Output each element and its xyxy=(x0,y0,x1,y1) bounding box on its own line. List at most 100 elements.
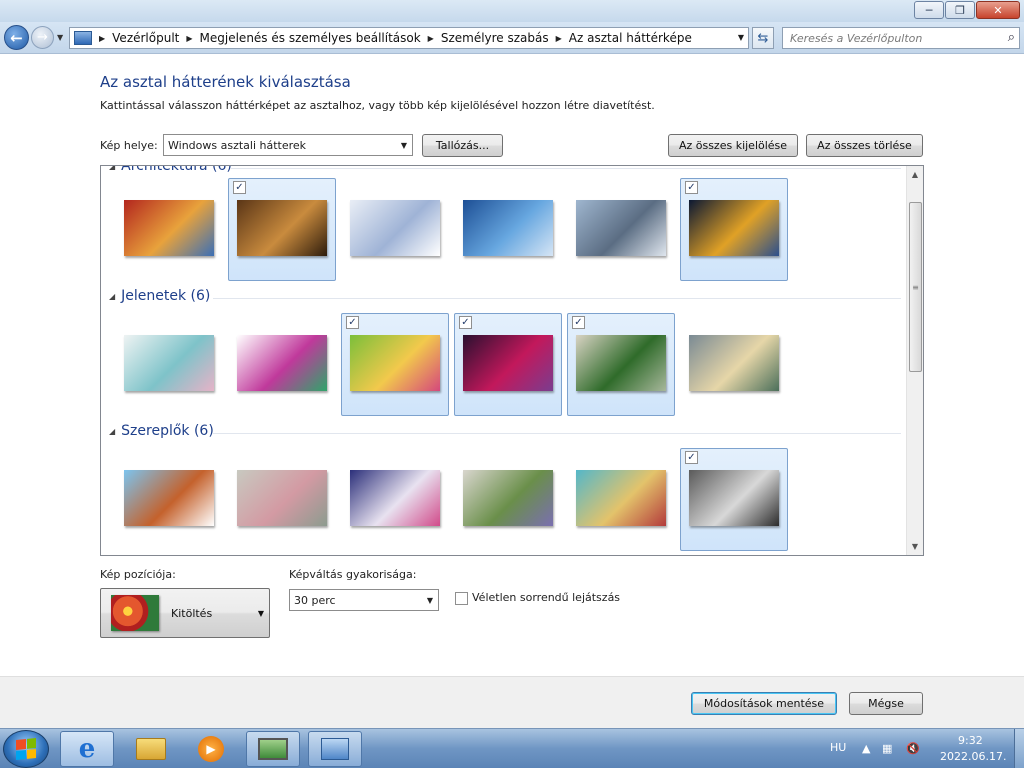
wallpaper-tile[interactable]: ✓ xyxy=(680,178,788,281)
wallpaper-thumbnail[interactable] xyxy=(576,200,666,256)
taskbar-explorer[interactable] xyxy=(124,731,178,767)
breadcrumb-separator-icon[interactable]: ▶ xyxy=(186,34,192,43)
wallpaper-thumbnail[interactable] xyxy=(237,470,327,526)
clock-time[interactable]: 9:32 xyxy=(958,734,983,747)
wallpaper-tile[interactable] xyxy=(454,178,562,281)
search-input[interactable] xyxy=(783,28,993,48)
wallpaper-tile[interactable]: ✓ xyxy=(454,313,562,416)
breadcrumb-desktop-background[interactable]: Az asztal háttérképe xyxy=(569,31,692,45)
scrollbar-thumb[interactable]: ≡ xyxy=(909,202,922,372)
wallpaper-thumbnail[interactable] xyxy=(124,335,214,391)
wallpaper-thumbnail[interactable] xyxy=(463,200,553,256)
wallpaper-thumbnail[interactable] xyxy=(576,470,666,526)
network-icon[interactable]: ▦ xyxy=(882,742,892,755)
back-button[interactable]: ← xyxy=(4,25,29,50)
breadcrumb-separator-icon[interactable]: ▶ xyxy=(99,34,105,43)
cancel-button[interactable]: Mégse xyxy=(849,692,923,715)
wallpaper-tile[interactable] xyxy=(228,313,336,416)
breadcrumb-separator-icon[interactable]: ▶ xyxy=(428,34,434,43)
collapse-group-icon[interactable]: ◢ xyxy=(109,292,115,301)
recent-pages-button[interactable]: ▼ xyxy=(57,33,63,42)
shuffle-checkbox[interactable] xyxy=(455,592,468,605)
gallery-group-header[interactable]: ◢ Szereplők (6) xyxy=(109,423,214,439)
picture-position-select[interactable]: Kitöltés ▼ xyxy=(100,588,270,638)
breadcrumb-personalization[interactable]: Személyre szabás xyxy=(441,31,549,45)
gallery-group-header[interactable]: ◢ Architektúra (6) xyxy=(109,166,232,174)
input-language-indicator[interactable]: HU xyxy=(830,741,846,754)
wallpaper-thumbnail[interactable] xyxy=(124,470,214,526)
wallpaper-tile[interactable] xyxy=(567,178,675,281)
search-box[interactable]: ⌕ xyxy=(782,27,1020,49)
wallpaper-thumbnail[interactable] xyxy=(576,335,666,391)
breadcrumb-control-panel[interactable]: Vezérlőpult xyxy=(112,31,179,45)
wallpaper-gallery[interactable]: ▲ ≡ ▼ ◢ Architektúra (6) ✓ ✓ ◢ Jelenetek (6) ✓… xyxy=(100,165,924,556)
wallpaper-tile[interactable] xyxy=(341,448,449,551)
address-dropdown-icon[interactable]: ▼ xyxy=(738,33,744,42)
address-bar[interactable]: ▶ Vezérlőpult ▶ Megjelenés és személyes … xyxy=(69,27,749,49)
taskbar-internet-explorer[interactable]: e xyxy=(60,731,114,767)
wallpaper-tile[interactable]: ✓ xyxy=(228,178,336,281)
wallpaper-tile[interactable] xyxy=(228,448,336,551)
change-interval-select[interactable]: 30 perc ▼ xyxy=(289,589,439,611)
wallpaper-thumbnail[interactable] xyxy=(237,200,327,256)
tile-checkbox[interactable]: ✓ xyxy=(685,181,698,194)
wallpaper-tile[interactable] xyxy=(115,313,223,416)
gallery-group-header[interactable]: ◢ Jelenetek (6) xyxy=(109,288,210,304)
clock-date[interactable]: 2022.06.17. xyxy=(940,750,1006,763)
show-desktop-button[interactable] xyxy=(1014,729,1024,768)
wallpaper-thumbnail[interactable] xyxy=(237,335,327,391)
breadcrumb-appearance[interactable]: Megjelenés és személyes beállítások xyxy=(200,31,421,45)
taskbar-media-player[interactable]: ▶ xyxy=(184,731,238,767)
breadcrumb-separator-icon[interactable]: ▶ xyxy=(556,34,562,43)
refresh-icon: ⇆ xyxy=(757,30,769,46)
wallpaper-thumbnail[interactable] xyxy=(689,470,779,526)
wallpaper-thumbnail[interactable] xyxy=(350,470,440,526)
page-description: Kattintással válasszon háttérképet az as… xyxy=(100,99,655,112)
refresh-button[interactable]: ⇆ xyxy=(752,27,774,49)
tile-checkbox[interactable]: ✓ xyxy=(233,181,246,194)
forward-button[interactable]: → xyxy=(31,26,54,49)
wallpaper-thumbnail[interactable] xyxy=(350,200,440,256)
maximize-button[interactable]: ❐ xyxy=(945,1,975,19)
save-changes-button[interactable]: Módosítások mentése xyxy=(691,692,837,715)
tile-checkbox[interactable]: ✓ xyxy=(346,316,359,329)
taskbar-control-panel[interactable] xyxy=(308,731,362,767)
tile-checkbox[interactable]: ✓ xyxy=(572,316,585,329)
select-all-button[interactable]: Az összes kijelölése xyxy=(668,134,798,157)
tile-checkbox[interactable]: ✓ xyxy=(459,316,472,329)
wallpaper-tile[interactable]: ✓ xyxy=(341,313,449,416)
volume-muted-icon[interactable]: 🔇 xyxy=(906,742,920,755)
group-separator xyxy=(213,433,901,434)
wallpaper-thumbnail[interactable] xyxy=(350,335,440,391)
wallpaper-tile[interactable] xyxy=(680,313,788,416)
wallpaper-thumbnail[interactable] xyxy=(463,335,553,391)
start-button[interactable] xyxy=(3,730,49,768)
shuffle-label[interactable]: Véletlen sorrendű lejátszás xyxy=(472,591,620,604)
browse-button[interactable]: Tallózás... xyxy=(422,134,503,157)
scroll-up-button[interactable]: ▲ xyxy=(907,166,923,183)
wallpaper-thumbnail[interactable] xyxy=(689,335,779,391)
wallpaper-tile[interactable] xyxy=(454,448,562,551)
wallpaper-tile[interactable] xyxy=(115,448,223,551)
wallpaper-tile[interactable] xyxy=(115,178,223,281)
wallpaper-tile[interactable]: ✓ xyxy=(680,448,788,551)
picture-location-select[interactable]: Windows asztali hátterek ▼ xyxy=(163,134,413,156)
wallpaper-tile[interactable] xyxy=(341,178,449,281)
show-hidden-icons-icon[interactable]: ▲ xyxy=(862,742,870,755)
taskbar-remote-desktop[interactable] xyxy=(246,731,300,767)
vertical-scrollbar[interactable]: ▲ ≡ ▼ xyxy=(906,166,923,555)
scroll-down-button[interactable]: ▼ xyxy=(907,538,923,555)
wallpaper-tile[interactable] xyxy=(567,448,675,551)
clear-all-button[interactable]: Az összes törlése xyxy=(806,134,923,157)
collapse-group-icon[interactable]: ◢ xyxy=(109,427,115,436)
wallpaper-tile[interactable]: ✓ xyxy=(567,313,675,416)
search-icon[interactable]: ⌕ xyxy=(1008,30,1015,45)
minimize-button[interactable]: ─ xyxy=(914,1,944,19)
wallpaper-thumbnail[interactable] xyxy=(124,200,214,256)
wallpaper-thumbnail[interactable] xyxy=(463,470,553,526)
tile-checkbox[interactable]: ✓ xyxy=(685,451,698,464)
wallpaper-thumbnail[interactable] xyxy=(689,200,779,256)
collapse-group-icon[interactable]: ◢ xyxy=(109,166,115,171)
monitor-icon xyxy=(258,738,288,760)
close-button[interactable]: ✕ xyxy=(976,1,1020,19)
